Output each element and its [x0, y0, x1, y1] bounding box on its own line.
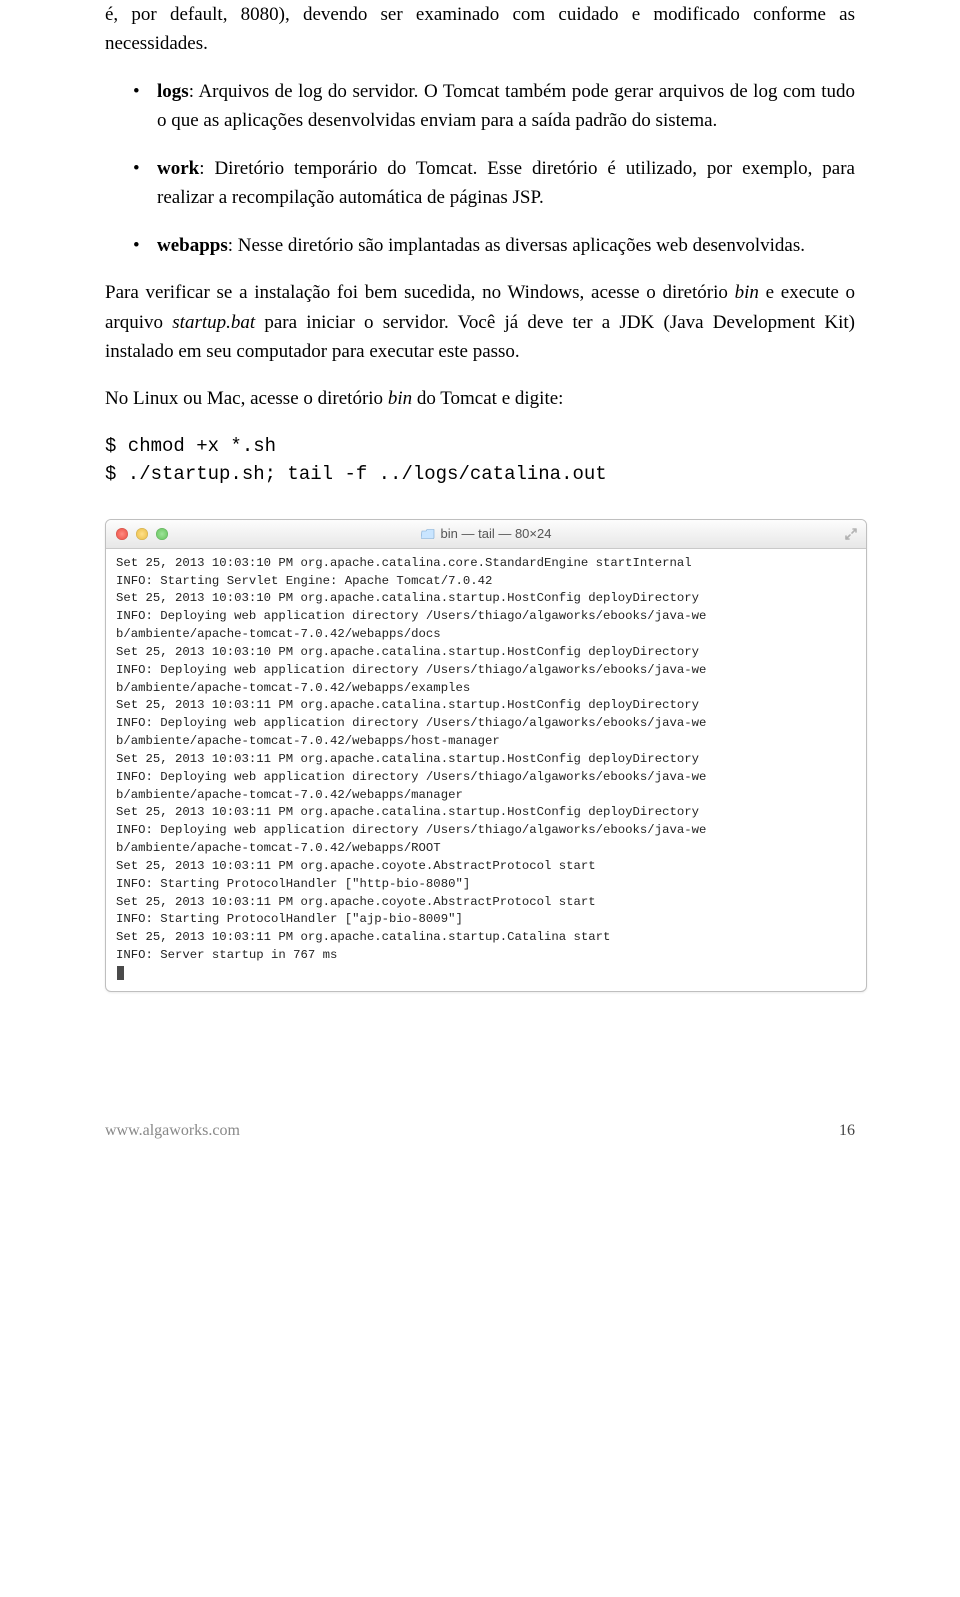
list-item: webapps: Nesse diretório são implantadas… [139, 231, 855, 260]
list-item: logs: Arquivos de log do servidor. O Tom… [139, 77, 855, 136]
folder-icon [421, 528, 435, 539]
terminal-title: bin — tail — 80×24 [106, 526, 866, 541]
terminal-body[interactable]: Set 25, 2013 10:03:10 PM org.apache.cata… [106, 549, 866, 991]
dir-label-webapps: webapps [157, 235, 228, 256]
linux-paragraph: No Linux ou Mac, acesse o diretório bin … [105, 384, 855, 413]
dir-text-work: : Diretório temporário do Tomcat. Esse d… [157, 158, 855, 208]
terminal-cursor [117, 966, 124, 980]
shell-commands: $ chmod +x *.sh $ ./startup.sh; tail -f … [105, 432, 855, 489]
directory-list: logs: Arquivos de log do servidor. O Tom… [105, 77, 855, 260]
dir-text-logs: : Arquivos de log do servidor. O Tomcat … [157, 81, 855, 131]
dir-label-logs: logs [157, 81, 189, 102]
dir-label-work: work [157, 158, 199, 179]
footer-page-number: 16 [839, 1122, 855, 1140]
bin-italic: bin [388, 388, 412, 409]
bin-italic: bin [735, 282, 759, 303]
intro-paragraph: é, por default, 8080), devendo ser exami… [105, 0, 855, 59]
traffic-lights [106, 528, 168, 540]
footer-site: www.algaworks.com [105, 1122, 240, 1140]
dir-text-webapps: : Nesse diretório são implantadas as div… [228, 235, 805, 256]
minimize-icon[interactable] [136, 528, 148, 540]
page-footer: www.algaworks.com 16 [105, 1122, 855, 1140]
text-fragment: No Linux ou Mac, acesse o diretório [105, 388, 388, 409]
close-icon[interactable] [116, 528, 128, 540]
text-fragment: do Tomcat e digite: [412, 388, 563, 409]
terminal-titlebar: bin — tail — 80×24 [106, 520, 866, 549]
terminal-window: bin — tail — 80×24 Set 25, 2013 10:03:10… [105, 519, 867, 992]
expand-icon[interactable] [844, 527, 858, 541]
text-fragment: Para verificar se a instalação foi bem s… [105, 282, 735, 303]
verify-paragraph: Para verificar se a instalação foi bem s… [105, 278, 855, 366]
terminal-title-text: bin — tail — 80×24 [441, 526, 552, 541]
zoom-icon[interactable] [156, 528, 168, 540]
list-item: work: Diretório temporário do Tomcat. Es… [139, 154, 855, 213]
startup-italic: startup.bat [172, 312, 255, 333]
